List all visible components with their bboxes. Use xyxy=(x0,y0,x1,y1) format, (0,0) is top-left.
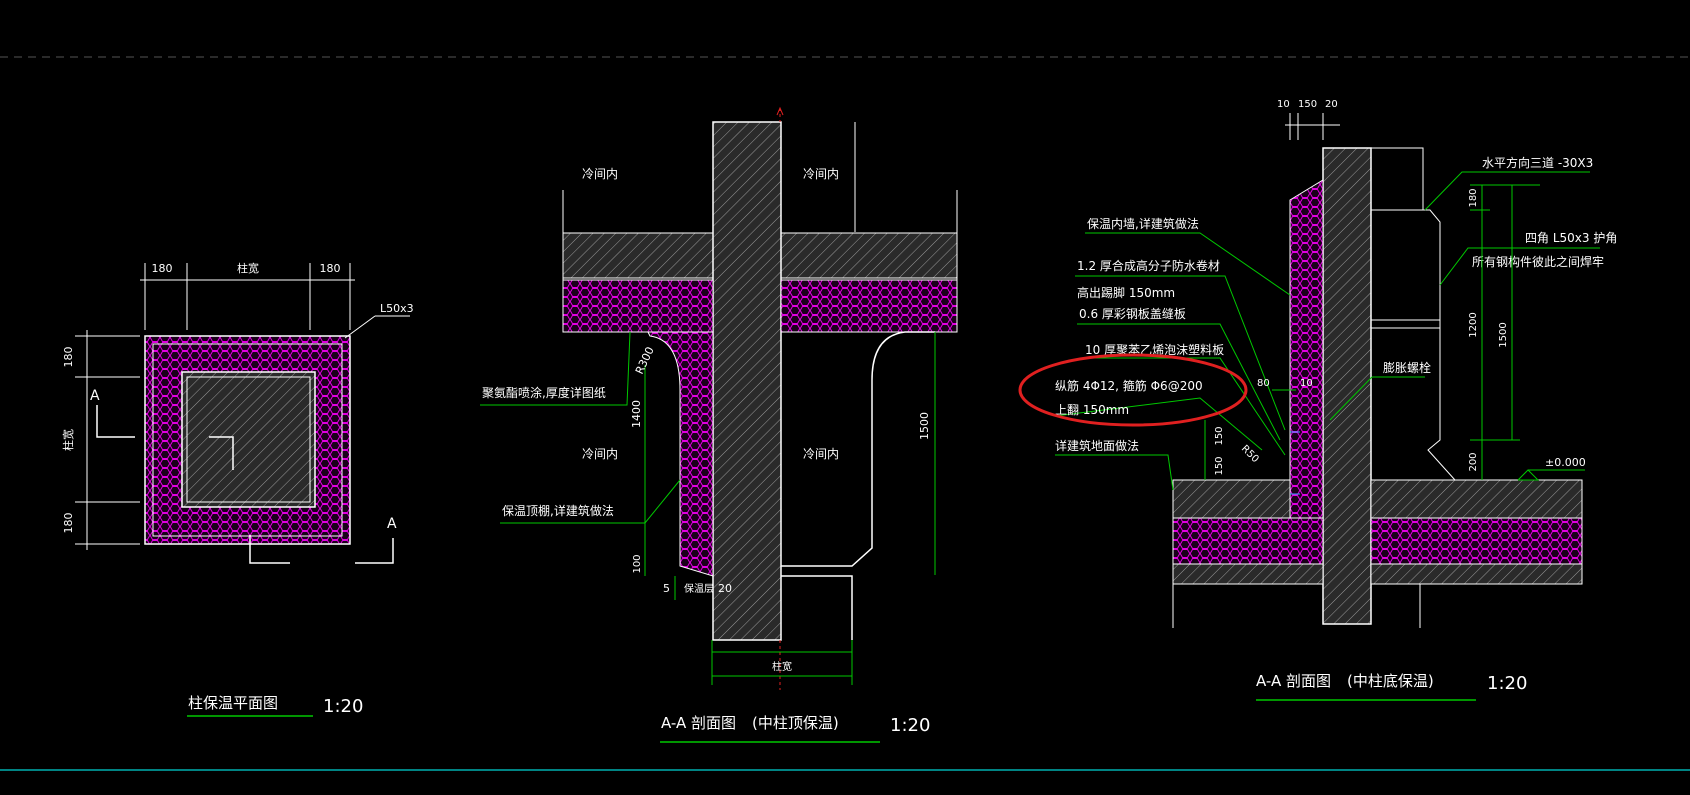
plan-view: 180 柱宽 180 180 柱宽 180 L50x3 A A 柱保温平面图 1… xyxy=(61,261,414,717)
room-label-tr: 冷间内 xyxy=(803,167,839,181)
top-section-title: A-A 剖面图 xyxy=(661,714,736,732)
note-wall: 保温内墙,详建筑做法 xyxy=(1087,216,1199,231)
dim-5: 5 xyxy=(663,582,670,595)
note-floor: 详建筑地面做法 xyxy=(1055,438,1139,453)
leader-flat xyxy=(1424,171,1590,211)
plan-scale: 1:20 xyxy=(323,696,363,717)
note-plinth: 高出踢脚 150mm xyxy=(1077,285,1175,300)
note-bolt: 膨胀螺栓 xyxy=(1383,360,1431,375)
guard-body xyxy=(1370,209,1457,481)
room-label-tl: 冷间内 xyxy=(582,167,618,181)
level-marker xyxy=(1517,469,1540,481)
dim-150-top: 150 xyxy=(1298,99,1317,110)
dim-10-top: 10 xyxy=(1277,99,1290,110)
section-mark-a-left: A xyxy=(90,388,100,404)
dim-150-b: 150 xyxy=(1214,456,1225,475)
roof-slab-right xyxy=(780,232,958,279)
base-slab-left xyxy=(1172,563,1324,585)
guard-post xyxy=(1370,147,1424,211)
dim-180-right: 180 xyxy=(320,262,341,275)
top-section-scale: 1:20 xyxy=(890,715,930,736)
dim-20: 20 xyxy=(718,582,732,595)
floor-insulation-right xyxy=(1370,517,1583,565)
top-section-view: 冷间内 冷间内 冷间内 冷间内 聚氨酯喷涂,厚度详图纸 保温顶棚,详建筑做法 1… xyxy=(480,106,958,743)
dim-1200: 1200 xyxy=(1468,312,1479,337)
ceiling-insulation-right xyxy=(780,279,958,333)
bottom-section-view: 10 150 20 保温内墙,详建筑做法 1.2 厚合成高分子防水卷材 高出踢脚… xyxy=(1018,99,1617,701)
bottom-section-scale: 1:20 xyxy=(1487,673,1527,694)
leader-floor xyxy=(1055,454,1174,491)
column-base-right xyxy=(781,575,853,640)
note-flat-bar: 水平方向三道 -30X3 xyxy=(1482,155,1593,170)
ceiling-insulation-left xyxy=(562,279,714,333)
section-mark-right xyxy=(355,538,394,564)
note-steel: 0.6 厚彩钢板盖缝板 xyxy=(1079,306,1186,321)
plan-title: 柱保温平面图 xyxy=(188,694,278,712)
base-slab-right xyxy=(1370,563,1583,585)
section-mark-a-right: A xyxy=(387,516,397,532)
note-spray: 聚氨酯喷涂,厚度详图纸 xyxy=(482,385,606,400)
dim-200: 200 xyxy=(1468,452,1479,471)
dim-150-a: 150 xyxy=(1214,426,1225,445)
floor-insulation-left xyxy=(1172,517,1324,565)
note-layer: 保温顶棚,详建筑做法 xyxy=(502,503,614,518)
bottom-section-title: A-A 剖面图 xyxy=(1256,672,1331,690)
cad-drawing-canvas: 180 柱宽 180 180 柱宽 180 L50x3 A A 柱保温平面图 1… xyxy=(0,56,1690,771)
floor-slab-left xyxy=(1172,479,1291,519)
dim-180-left: 180 xyxy=(152,262,173,275)
dim-10-mid: 10 xyxy=(1300,378,1313,389)
note-angle: 四角 L50x3 护角 xyxy=(1525,231,1617,245)
dim-180-bottom: 180 xyxy=(62,513,75,534)
dim-20-top: 20 xyxy=(1325,99,1338,110)
dim-180-top: 180 xyxy=(62,347,75,368)
dim-100: 100 xyxy=(632,554,643,573)
note-rebar: 纵筋 4Φ12, 箍筋 Φ6@200 xyxy=(1055,378,1203,393)
dim-1500-right: 1500 xyxy=(1498,322,1509,347)
dim-r300: R300 xyxy=(633,345,657,376)
column-insulation-left xyxy=(647,331,714,577)
dim-180-right: 180 xyxy=(1468,188,1479,207)
dim-insulation-thick: 保温层 xyxy=(684,582,714,595)
level-zero: ±0.000 xyxy=(1545,456,1586,469)
bottom-section-subtitle: (中柱底保温) xyxy=(1347,672,1434,690)
dim-1400: 1400 xyxy=(630,400,643,428)
roof-slab-left xyxy=(562,232,714,279)
section-mark-left xyxy=(96,405,135,438)
dim-column-width: 柱宽 xyxy=(237,261,259,275)
note-weld: 所有钢构件彼此之间焊牢 xyxy=(1472,254,1604,269)
dim-1500: 1500 xyxy=(918,412,931,440)
column-shaft xyxy=(712,121,782,641)
dim-column-width-bottom: 柱宽 xyxy=(772,660,792,673)
dim-80: 80 xyxy=(1257,378,1270,389)
floor-slab-right xyxy=(1370,479,1583,519)
room-label-ml: 冷间内 xyxy=(582,447,618,461)
note-membrane: 1.2 厚合成高分子防水卷材 xyxy=(1077,258,1220,273)
wall-insulation xyxy=(1289,179,1324,561)
room-label-mr: 冷间内 xyxy=(803,447,839,461)
note-rebar-upturn: 上翻 150mm xyxy=(1055,403,1129,417)
angle-steel-label: L50x3 xyxy=(380,302,414,315)
plan-column xyxy=(181,371,316,508)
dim-column-width-v: 柱宽 xyxy=(61,429,75,451)
top-section-subtitle: (中柱顶保温) xyxy=(752,714,839,732)
